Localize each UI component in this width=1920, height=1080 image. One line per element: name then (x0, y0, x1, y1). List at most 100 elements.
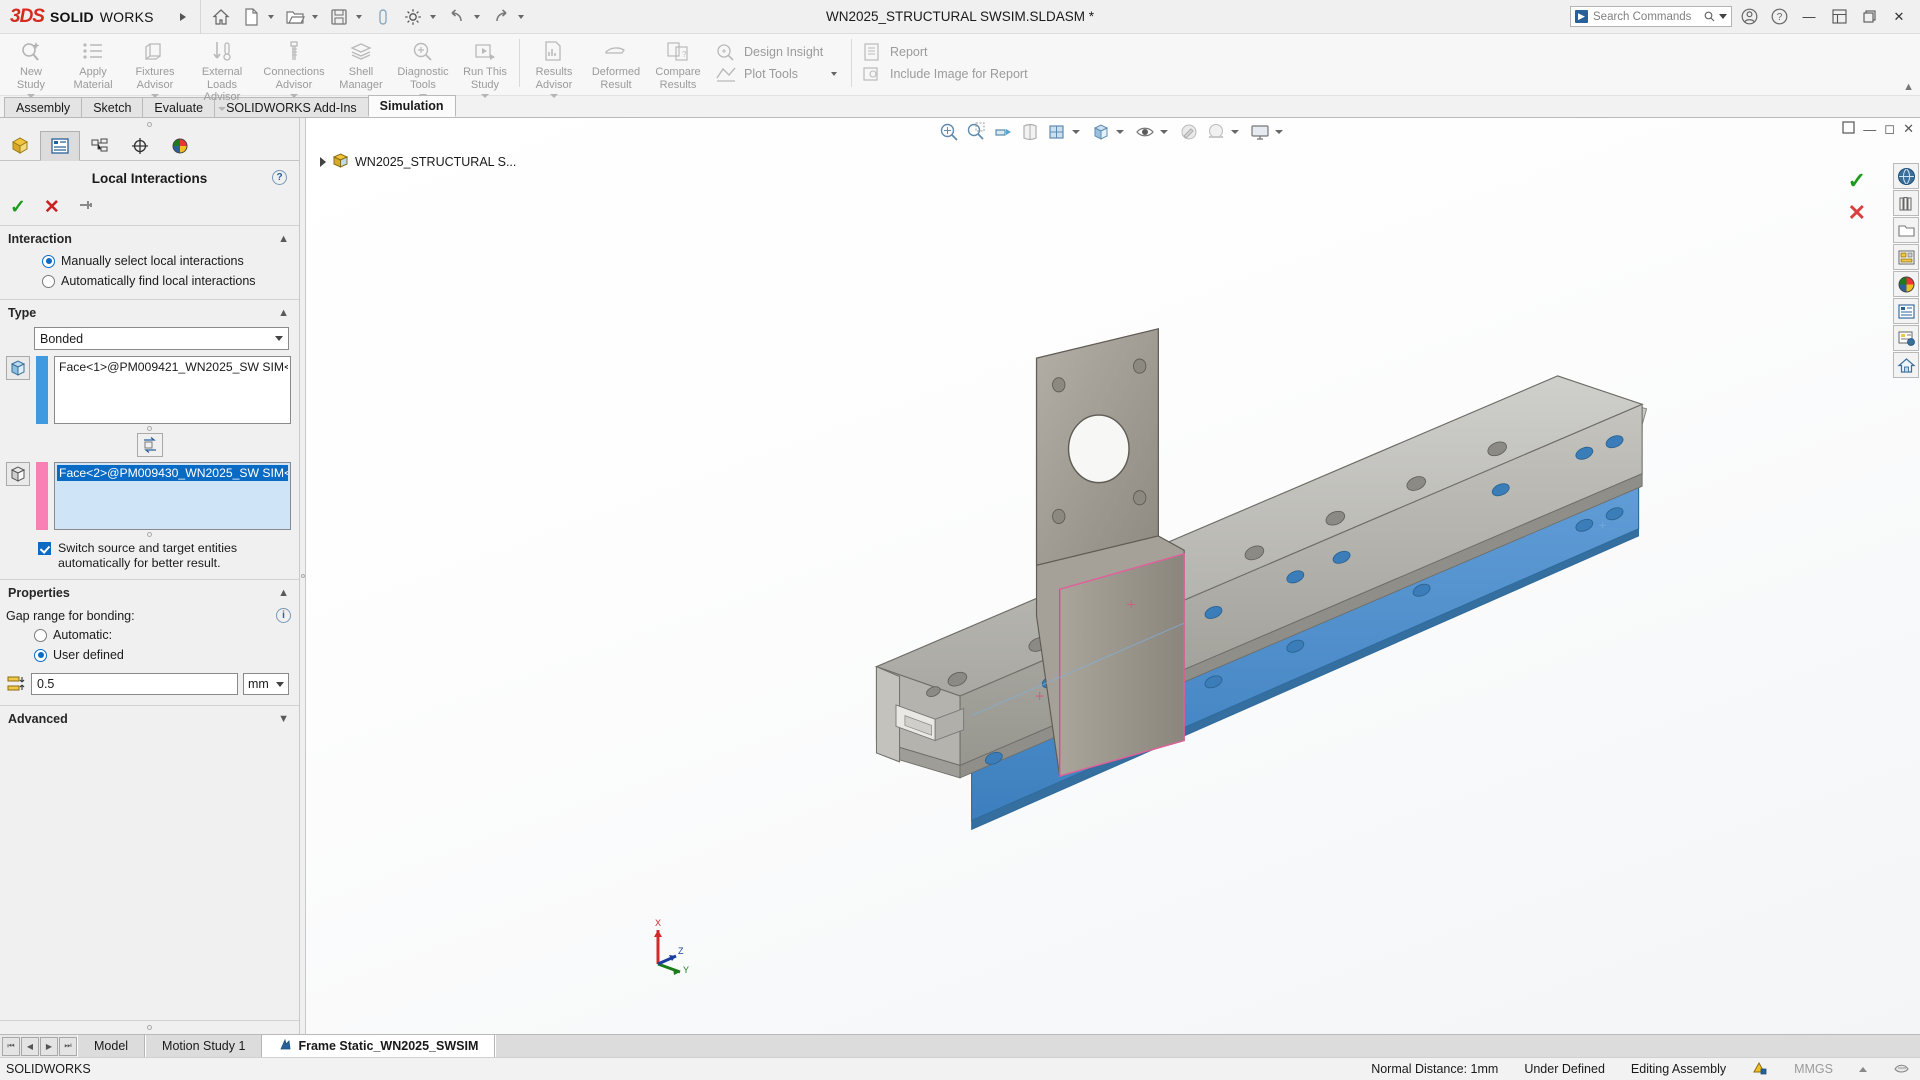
fixtures-advisor-button[interactable]: Fixtures Advisor (124, 36, 186, 98)
results-advisor-button[interactable]: Results Advisor (523, 36, 585, 98)
tab-assembly[interactable]: Assembly (4, 97, 82, 117)
options-dropdown-icon[interactable] (430, 15, 436, 19)
redo-dropdown-icon[interactable] (518, 15, 524, 19)
appearances-sphere-icon[interactable] (1893, 271, 1919, 297)
chevron-up-icon-props[interactable]: ▲ (278, 587, 289, 599)
tab-motion-study-1[interactable]: Motion Study 1 (145, 1035, 262, 1057)
radio-automatic[interactable]: Automatic: (0, 625, 299, 645)
graphics-area[interactable]: — ◻ ✕ WN2025_STRUCTURAL S... ✓ ✕ (306, 118, 1920, 1034)
file-explorer-icon[interactable] (1893, 217, 1919, 243)
shell-manager-button[interactable]: Shell Manager (330, 36, 392, 91)
gap-value-input[interactable]: 0.5 (31, 673, 238, 695)
view-orientation-sphere-icon[interactable] (1893, 163, 1919, 189)
units-dropdown-icon[interactable] (1859, 1067, 1867, 1072)
results-advisor-dropdown-icon[interactable] (550, 94, 558, 98)
new-document-dropdown-icon[interactable] (268, 15, 274, 19)
section-properties[interactable]: Properties ▲ (0, 580, 299, 605)
help-icon[interactable]: ? (1766, 4, 1792, 30)
info-icon[interactable]: i (276, 608, 291, 623)
graphics-icon[interactable] (1893, 1060, 1910, 1078)
appearances-books-icon[interactable] (1893, 190, 1919, 216)
panel-top-grip[interactable] (0, 118, 299, 131)
section-advanced[interactable]: Advanced ▼ (0, 706, 299, 731)
home-icon[interactable] (207, 3, 235, 31)
list-item[interactable]: Face<1>@PM009421_WN2025_SW SIM<1> (57, 359, 288, 375)
print-icon[interactable] (369, 3, 397, 31)
face-source-icon[interactable] (6, 356, 30, 380)
gap-unit-dropdown-icon[interactable] (276, 682, 284, 687)
tab-simulation[interactable]: Simulation (368, 95, 456, 117)
redo-icon[interactable] (487, 3, 515, 31)
dimxpert-manager-tab[interactable] (120, 131, 160, 161)
new-document-icon[interactable] (237, 3, 265, 31)
search-commands-input[interactable]: ▶ Search Commands (1570, 6, 1732, 27)
warning-overlay-icon[interactable] (1752, 1060, 1768, 1078)
tab-sketch[interactable]: Sketch (81, 97, 143, 117)
search-dropdown-icon[interactable] (1719, 14, 1727, 19)
compare-results-button[interactable]: ? Compare Results (647, 36, 709, 91)
view-palette-icon[interactable] (1893, 244, 1919, 270)
target-selection-list[interactable]: Face<2>@PM009430_WN2025_SW SIM<1> (54, 462, 291, 530)
grid-icon[interactable] (1826, 4, 1852, 30)
design-insight-button[interactable]: Design Insight (709, 41, 848, 63)
close-button[interactable]: ✕ (1886, 4, 1912, 30)
switch-entities-checkbox[interactable] (38, 542, 51, 555)
chevron-down-icon-advanced[interactable]: ▼ (278, 713, 289, 725)
run-this-study-dropdown-icon[interactable] (481, 94, 489, 98)
open-dropdown-icon[interactable] (312, 15, 318, 19)
next-tab-button[interactable]: ▶ (40, 1037, 58, 1056)
feature-manager-tab[interactable] (0, 131, 40, 161)
open-folder-icon[interactable] (281, 3, 309, 31)
help-icon[interactable]: ? (272, 170, 287, 185)
save-dropdown-icon[interactable] (356, 15, 362, 19)
connections-advisor-dropdown-icon[interactable] (290, 94, 298, 98)
face-target-icon[interactable] (6, 462, 30, 486)
switch-entities-checkbox-row[interactable]: Switch source and target entities automa… (0, 537, 299, 580)
external-loads-advisor-button[interactable]: External Loads Advisor (186, 36, 258, 111)
chevron-up-icon-type[interactable]: ▲ (278, 307, 289, 319)
previous-tab-button[interactable]: ◀ (21, 1037, 39, 1056)
undo-dropdown-icon[interactable] (474, 15, 480, 19)
account-icon[interactable] (1736, 4, 1762, 30)
deformed-result-button[interactable]: Deformed Result (585, 36, 647, 91)
undo-icon[interactable] (443, 3, 471, 31)
panel-bottom-grip[interactable] (0, 1020, 299, 1034)
radio-auto-find[interactable]: Automatically find local interactions (8, 271, 291, 291)
last-tab-button[interactable]: ⏭ (59, 1037, 77, 1056)
list-item[interactable]: Face<2>@PM009430_WN2025_SW SIM<1> (57, 465, 288, 481)
apply-material-button[interactable]: Apply Material (62, 36, 124, 91)
new-study-dropdown-icon[interactable] (27, 94, 35, 98)
design-library-icon[interactable] (1893, 325, 1919, 351)
first-tab-button[interactable]: ⏮ (2, 1037, 20, 1056)
tab-frame-static-study[interactable]: Frame Static_WN2025_SWSIM (262, 1035, 495, 1057)
fixtures-advisor-dropdown-icon[interactable] (151, 94, 159, 98)
source-resize-handle[interactable] (0, 424, 299, 431)
include-image-for-report-button[interactable]: Include Image for Report (855, 63, 1034, 85)
source-selection-list[interactable]: Face<1>@PM009421_WN2025_SW SIM<1> (54, 356, 291, 424)
new-study-button[interactable]: New Study (0, 36, 62, 98)
cancel-button[interactable]: ✕ (44, 198, 60, 217)
plot-tools-dropdown-icon[interactable] (831, 72, 837, 76)
gap-unit-select[interactable]: mm (243, 673, 289, 695)
connections-advisor-button[interactable]: Connections Advisor (258, 36, 330, 98)
options-gear-icon[interactable] (399, 3, 427, 31)
report-button[interactable]: Report (855, 41, 1034, 63)
property-manager-tab[interactable] (40, 131, 80, 161)
diagnostic-tools-button[interactable]: Diagnostic Tools (392, 36, 454, 98)
home-icon[interactable] (1893, 352, 1919, 378)
section-type[interactable]: Type ▲ (0, 300, 299, 325)
maximize-button[interactable] (1856, 4, 1882, 30)
radio-user-defined[interactable]: User defined (0, 645, 299, 665)
accept-button[interactable]: ✓ (10, 198, 26, 217)
custom-properties-icon[interactable] (1893, 298, 1919, 324)
save-icon[interactable] (325, 3, 353, 31)
minimize-button[interactable]: — (1796, 4, 1822, 30)
solidworks-logo[interactable]: 3DS SOLIDWORKS (0, 0, 166, 34)
section-interaction[interactable]: Interaction ▲ (0, 226, 299, 251)
tab-model[interactable]: Model (77, 1035, 145, 1057)
type-select[interactable]: Bonded (34, 327, 289, 350)
target-resize-handle[interactable] (0, 530, 299, 537)
radio-manual-select[interactable]: Manually select local interactions (8, 251, 291, 271)
swap-entities-button[interactable] (137, 433, 163, 457)
type-dropdown-icon[interactable] (275, 336, 283, 341)
